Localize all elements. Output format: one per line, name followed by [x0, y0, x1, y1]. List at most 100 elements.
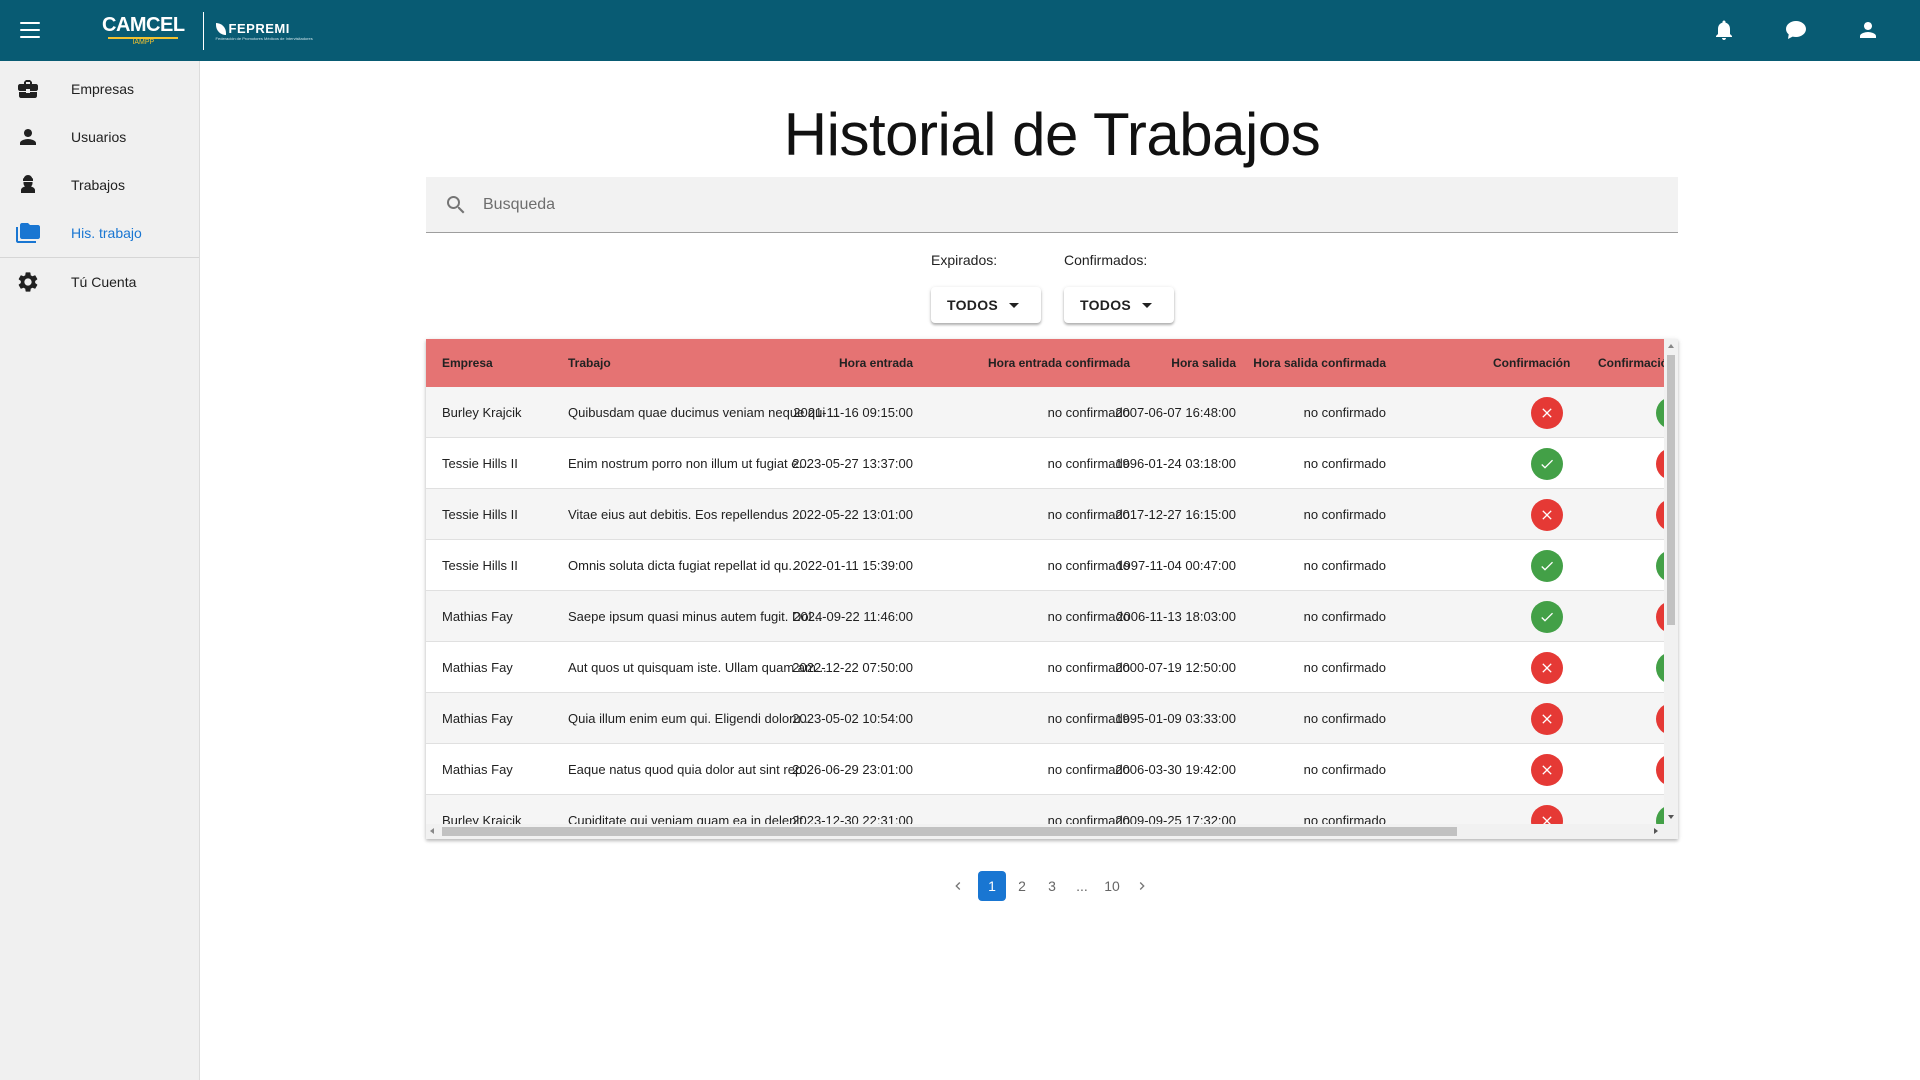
confirmacion-status[interactable] — [1531, 805, 1563, 824]
sidebar-item-tu-cuenta[interactable]: Tú Cuenta — [0, 258, 199, 306]
table-row[interactable]: Mathias Fay Eaque natus quod quia dolor a… — [426, 744, 1664, 795]
confirmacion-status[interactable] — [1531, 652, 1563, 684]
table-row[interactable]: Burley Krajcik Cupiditate qui veniam quam… — [426, 795, 1664, 824]
confirmacion-status[interactable] — [1531, 397, 1563, 429]
cell-hora-entrada: 2026-06-29 23:01:00 — [792, 762, 913, 777]
check-icon — [1541, 561, 1553, 571]
cell-hora-entrada: 2023-05-02 10:54:00 — [792, 711, 913, 726]
confirmados-dropdown[interactable]: TODOS — [1064, 287, 1174, 323]
page-button-3[interactable]: 3 — [1038, 871, 1066, 901]
cell-hora-salida: 2017-12-27 16:15:00 — [1115, 507, 1236, 522]
confirmacion-status[interactable] — [1531, 448, 1563, 480]
sidebar-item-empresas[interactable]: Empresas — [0, 65, 199, 113]
column-header-confirmacion-2[interactable]: Confirmació — [1598, 339, 1668, 387]
confirmacion-status[interactable] — [1531, 499, 1563, 531]
table-row[interactable]: Mathias Fay Saepe ipsum quasi minus autem… — [426, 591, 1664, 642]
cell-trabajo: Aut quos ut quisquam iste. Ullam quam am… — [568, 660, 827, 675]
page-button-2[interactable]: 2 — [1008, 871, 1036, 901]
cell-hora-salida-confirmada: no confirmado — [1303, 507, 1386, 522]
horizontal-scrollbar[interactable] — [426, 824, 1678, 839]
page-ellipsis: ... — [1076, 878, 1088, 894]
caret-down-icon — [1009, 303, 1019, 308]
column-header-hora-entrada[interactable]: Hora entrada — [839, 339, 913, 387]
cell-hora-salida-confirmada: no confirmado — [1303, 711, 1386, 726]
confirmacion-2-status[interactable] — [1656, 550, 1664, 582]
chevron-left-icon[interactable] — [950, 878, 966, 894]
close-icon — [1542, 510, 1552, 520]
confirmacion-2-status[interactable] — [1656, 703, 1664, 735]
cell-hora-entrada: 2023-05-27 13:37:00 — [792, 456, 913, 471]
chat-icon[interactable] — [1784, 18, 1808, 42]
cell-trabajo: Enim nostrum porro non illum ut fugiat e… — [568, 456, 810, 471]
cell-trabajo: Omnis soluta dicta fugiat repellat id qu… — [568, 558, 800, 573]
sidebar-item-his-trabajo[interactable]: His. trabajo — [0, 209, 199, 257]
cell-trabajo: Saepe ipsum quasi minus autem fugit. Dol… — [568, 609, 823, 624]
scroll-thumb[interactable] — [1667, 355, 1675, 625]
search-input[interactable] — [483, 177, 1633, 232]
cell-hora-salida-confirmada: no confirmado — [1303, 609, 1386, 624]
column-header-empresa[interactable]: Empresa — [442, 339, 493, 387]
leaf-icon — [215, 22, 226, 35]
table-body: Burley Krajcik Quibusdam quae ducimus ven… — [426, 387, 1664, 824]
scroll-up-icon[interactable] — [1668, 344, 1674, 348]
confirmacion-2-status[interactable] — [1656, 448, 1664, 480]
gear-icon — [18, 272, 38, 292]
menu-icon[interactable] — [18, 18, 42, 42]
table-row[interactable]: Burley Krajcik Quibusdam quae ducimus ven… — [426, 387, 1664, 438]
cell-empresa: Burley Krajcik — [442, 405, 522, 420]
logo[interactable]: CAMCEL IAMPP FEPREMI Federación de Promo… — [102, 12, 313, 50]
cell-empresa: Mathias Fay — [442, 660, 513, 675]
table-row[interactable]: Mathias Fay Quia illum enim eum qui. Elig… — [426, 693, 1664, 744]
confirmacion-status[interactable] — [1531, 550, 1563, 582]
expirados-dropdown[interactable]: TODOS — [931, 287, 1041, 323]
table-header: Empresa Trabajo Hora entrada Hora entrad… — [426, 339, 1668, 387]
column-header-confirmacion[interactable]: Confirmación — [1493, 339, 1570, 387]
column-header-hora-salida-confirmada[interactable]: Hora salida confirmada — [1253, 339, 1386, 387]
confirmacion-status[interactable] — [1531, 703, 1563, 735]
sidebar-item-trabajos[interactable]: Trabajos — [0, 161, 199, 209]
scroll-left-icon[interactable] — [430, 828, 434, 834]
bell-icon[interactable] — [1712, 18, 1736, 42]
chevron-right-icon[interactable] — [1134, 878, 1150, 894]
cell-hora-salida-confirmada: no confirmado — [1303, 813, 1386, 824]
page-button-1[interactable]: 1 — [978, 871, 1006, 901]
cell-hora-entrada: 2022-12-22 07:50:00 — [792, 660, 913, 675]
table-row[interactable]: Mathias Fay Aut quos ut quisquam iste. Ul… — [426, 642, 1664, 693]
cell-hora-salida-confirmada: no confirmado — [1303, 405, 1386, 420]
table-row[interactable]: Tessie Hills II Omnis soluta dicta fugiat… — [426, 540, 1664, 591]
cell-trabajo: Vitae eius aut debitis. Eos repellendus … — [568, 507, 803, 522]
sidebar-item-usuarios[interactable]: Usuarios — [0, 113, 199, 161]
cell-hora-salida: 2007-06-07 16:48:00 — [1115, 405, 1236, 420]
close-icon — [1542, 816, 1552, 824]
cell-hora-salida: 2009-09-25 17:32:00 — [1115, 813, 1236, 824]
column-header-hora-salida[interactable]: Hora salida — [1171, 339, 1236, 387]
cell-hora-salida: 1996-01-24 03:18:00 — [1115, 456, 1236, 471]
confirmacion-status[interactable] — [1531, 601, 1563, 633]
confirmacion-2-status[interactable] — [1656, 397, 1664, 429]
confirmacion-2-status[interactable] — [1656, 652, 1664, 684]
cell-hora-salida-confirmada: no confirmado — [1303, 456, 1386, 471]
search-box[interactable] — [426, 177, 1678, 233]
close-icon — [1542, 408, 1552, 418]
account-icon[interactable] — [1856, 18, 1880, 42]
fepremi-logo: FEPREMI Federación de Promotores Médicos… — [215, 20, 313, 41]
cell-trabajo: Eaque natus quod quia dolor aut sint rep… — [568, 762, 814, 777]
table-row[interactable]: Tessie Hills II Enim nostrum porro non il… — [426, 438, 1664, 489]
cell-trabajo: Quia illum enim eum qui. Eligendi doloru… — [568, 711, 812, 726]
confirmacion-2-status[interactable] — [1656, 805, 1664, 824]
confirmacion-2-status[interactable] — [1656, 754, 1664, 786]
column-header-trabajo[interactable]: Trabajo — [568, 339, 611, 387]
table-row[interactable]: Tessie Hills II Vitae eius aut debitis. E… — [426, 489, 1664, 540]
jobs-table: Empresa Trabajo Hora entrada Hora entrad… — [426, 339, 1678, 839]
confirmacion-2-status[interactable] — [1656, 601, 1664, 633]
confirmacion-status[interactable] — [1531, 754, 1563, 786]
vertical-scrollbar[interactable] — [1664, 339, 1678, 824]
column-header-hora-entrada-confirmada[interactable]: Hora entrada confirmada — [988, 339, 1130, 387]
page-button-10[interactable]: 10 — [1098, 871, 1126, 901]
scroll-right-icon[interactable] — [1654, 828, 1658, 834]
confirmacion-2-status[interactable] — [1656, 499, 1664, 531]
sidebar: Empresas Usuarios Trabajos His. trabajo … — [0, 61, 200, 1080]
page-title: Historial de Trabajos — [783, 101, 1321, 168]
scroll-down-icon[interactable] — [1668, 815, 1674, 819]
scroll-thumb[interactable] — [442, 827, 1457, 836]
